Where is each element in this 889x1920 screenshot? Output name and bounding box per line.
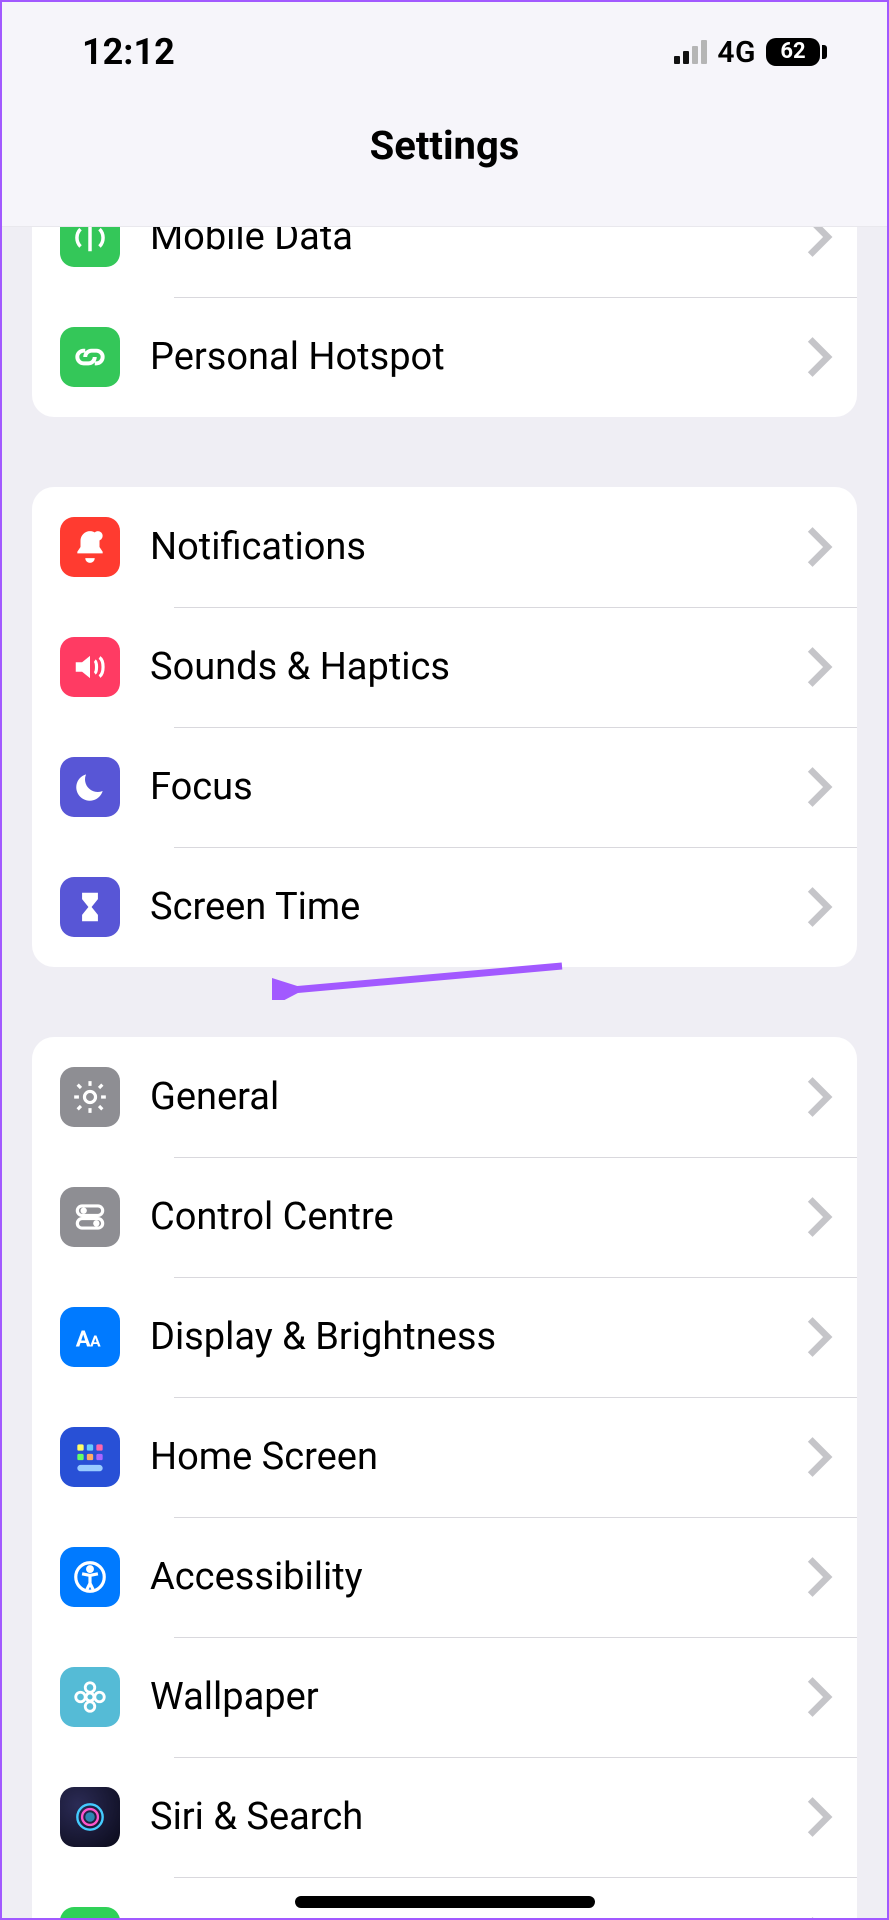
hourglass-icon [60,877,120,937]
row-display-brightness[interactable]: AA Display & Brightness [32,1277,857,1397]
row-label: Screen Time [150,885,805,929]
row-focus[interactable]: Focus [32,727,857,847]
svg-text:A: A [76,1327,91,1353]
row-home-screen[interactable]: Home Screen [32,1397,857,1517]
row-control-centre[interactable]: Control Centre [32,1157,857,1277]
faceid-icon [60,1907,120,1918]
section-connectivity: Mobile Data Personal Hotspot [32,227,857,417]
row-screen-time[interactable]: Screen Time [32,847,857,967]
row-label: Focus [150,765,805,809]
row-label: Accessibility [150,1555,805,1599]
row-label: Face ID & Passcode [150,1915,805,1918]
status-bar: 12:12 4G 62 [2,2,887,102]
chevron-right-icon [805,1075,833,1119]
row-mobile-data[interactable]: Mobile Data [32,227,857,297]
row-personal-hotspot[interactable]: Personal Hotspot [32,297,857,417]
row-label: Siri & Search [150,1795,805,1839]
chevron-right-icon [805,1195,833,1239]
row-label: Control Centre [150,1195,805,1239]
chevron-right-icon [805,525,833,569]
row-label: Display & Brightness [150,1315,805,1359]
row-label: Notifications [150,525,805,569]
chevron-right-icon [805,335,833,379]
status-time: 12:12 [82,31,175,73]
device-frame: 12:12 4G 62 Settings Mobile Data [0,0,889,1920]
settings-list[interactable]: Mobile Data Personal Hotspot Notificatio… [2,227,887,1918]
chevron-right-icon [805,1435,833,1479]
siri-icon [60,1787,120,1847]
row-accessibility[interactable]: Accessibility [32,1517,857,1637]
row-wallpaper[interactable]: Wallpaper [32,1637,857,1757]
chevron-right-icon [805,885,833,929]
chevron-right-icon [805,1675,833,1719]
chevron-right-icon [805,645,833,689]
network-label: 4G [717,35,756,70]
antenna-icon [60,227,120,267]
row-label: General [150,1075,805,1119]
row-label: Mobile Data [150,227,805,259]
section-notifications: Notifications Sounds & Haptics Focus [32,487,857,967]
chevron-right-icon [805,1795,833,1839]
flower-icon [60,1667,120,1727]
speaker-icon [60,637,120,697]
battery-icon: 62 [766,38,827,66]
grid-icon [60,1427,120,1487]
chevron-right-icon [805,227,833,259]
moon-icon [60,757,120,817]
status-right: 4G 62 [674,35,827,70]
row-label: Sounds & Haptics [150,645,805,689]
row-label: Wallpaper [150,1675,805,1719]
gear-icon [60,1067,120,1127]
row-general[interactable]: General [32,1037,857,1157]
row-siri-search[interactable]: Siri & Search [32,1757,857,1877]
link-icon [60,327,120,387]
page-title: Settings [370,122,520,169]
switches-icon [60,1187,120,1247]
nav-bar: Settings [2,102,887,227]
chevron-right-icon [805,765,833,809]
bell-icon [60,517,120,577]
signal-icon [674,40,707,64]
section-general: General Control Centre AA Display & Brig… [32,1037,857,1918]
home-indicator [295,1896,595,1908]
chevron-right-icon [805,1315,833,1359]
svg-text:A: A [90,1332,101,1351]
row-sounds-haptics[interactable]: Sounds & Haptics [32,607,857,727]
accessibility-icon [60,1547,120,1607]
text-size-icon: AA [60,1307,120,1367]
battery-level: 62 [766,38,820,66]
row-label: Personal Hotspot [150,335,805,379]
row-notifications[interactable]: Notifications [32,487,857,607]
row-label: Home Screen [150,1435,805,1479]
chevron-right-icon [805,1915,833,1918]
chevron-right-icon [805,1555,833,1599]
